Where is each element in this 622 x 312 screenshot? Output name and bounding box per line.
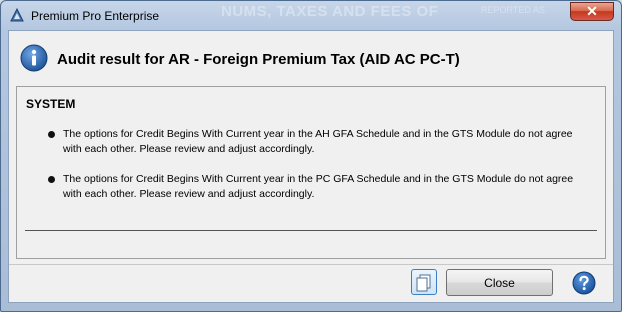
- audit-message-text: The options for Credit Begins With Curre…: [63, 173, 574, 200]
- dialog-header: Audit result for AR - Foreign Premium Ta…: [9, 31, 613, 83]
- audit-message: The options for Credit Begins With Curre…: [48, 172, 583, 202]
- title-bar[interactable]: NUMS, TAXES AND FEES OF REPORTED AS Prem…: [1, 1, 621, 31]
- window-close-button[interactable]: ✕: [570, 2, 614, 21]
- audit-message-text: The options for Credit Begins With Curre…: [63, 128, 573, 155]
- info-icon: [20, 44, 48, 72]
- audit-results-panel: SYSTEM The options for Credit Begins Wit…: [16, 86, 606, 259]
- dialog-heading: Audit result for AR - Foreign Premium Ta…: [57, 51, 460, 68]
- app-logo-icon: [10, 7, 24, 22]
- background-subtitle-text: REPORTED AS: [481, 5, 545, 15]
- bullet-icon: [48, 131, 55, 138]
- window-title: Premium Pro Enterprise: [31, 9, 160, 23]
- audit-message: The options for Credit Begins With Curre…: [48, 127, 583, 157]
- close-icon: ✕: [586, 3, 598, 19]
- dialog-window: NUMS, TAXES AND FEES OF REPORTED AS Prem…: [0, 0, 622, 312]
- divider: [25, 230, 597, 231]
- copy-button[interactable]: [411, 269, 437, 295]
- close-button[interactable]: Close: [446, 269, 553, 296]
- help-icon[interactable]: [572, 271, 596, 295]
- footer-separator: [9, 264, 613, 265]
- dialog-body: Audit result for AR - Foreign Premium Ta…: [8, 30, 614, 303]
- section-title: SYSTEM: [26, 97, 76, 111]
- background-title-text: NUMS, TAXES AND FEES OF: [221, 3, 439, 20]
- copy-icon: [416, 274, 431, 292]
- bullet-icon: [48, 176, 55, 183]
